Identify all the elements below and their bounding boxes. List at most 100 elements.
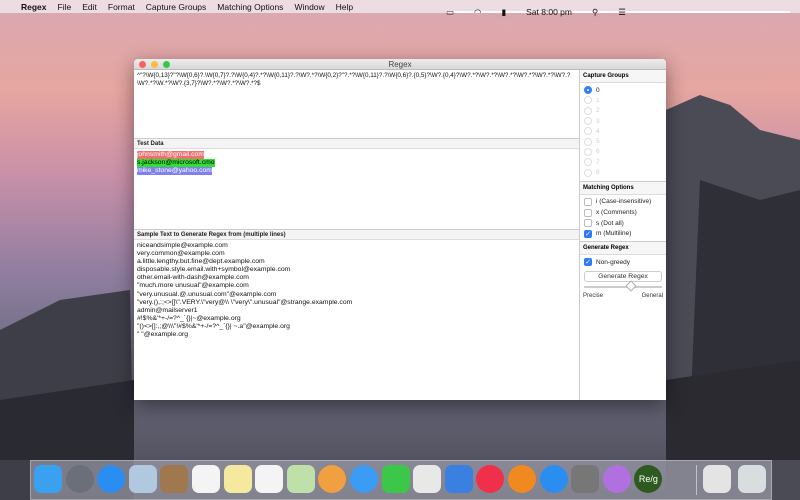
dock-regex-app-icon[interactable]: Re/g xyxy=(634,465,662,493)
menu-window[interactable]: Window xyxy=(294,2,324,12)
dock: Re/g xyxy=(30,460,772,500)
radio-icon xyxy=(584,107,592,115)
sample-text-input[interactable]: niceandsimple@example.comvery.common@exa… xyxy=(134,240,579,341)
matching-option-checkbox[interactable]: s (Dot all) xyxy=(580,218,666,229)
dock-mail-icon[interactable] xyxy=(129,465,157,493)
sample-line: a.little.lengthy.but.fine@dept.example.c… xyxy=(137,258,576,266)
sample-line: disposable.style.email.with+symbol@examp… xyxy=(137,266,576,274)
menu-edit[interactable]: Edit xyxy=(82,2,97,12)
dock-facetime-icon[interactable] xyxy=(382,465,410,493)
options-panel: Capture Groups 012345678 Matching Option… xyxy=(580,70,666,400)
dock-app-store-icon[interactable] xyxy=(540,465,568,493)
wifi-icon[interactable]: ◠ xyxy=(474,7,481,18)
dock-feedback-icon[interactable] xyxy=(603,465,631,493)
title-bar[interactable]: Regex xyxy=(134,59,666,70)
menu-bar: Regex File Edit Format Capture Groups Ma… xyxy=(0,0,800,13)
window-title: Regex xyxy=(388,60,411,69)
dock-ibooks-icon[interactable] xyxy=(508,465,536,493)
sample-line: niceandsimple@example.com xyxy=(137,242,576,250)
checkmark-icon: ✓ xyxy=(584,258,592,266)
dock-reminders-icon[interactable] xyxy=(255,465,283,493)
menu-format[interactable]: Format xyxy=(108,2,135,12)
regex-output[interactable]: ^"?\W{0,13}?"?\W{0,6}?.\W{0,7}?.?\W{0,4}… xyxy=(134,70,579,138)
sample-line: "much.more unusual"@example.com xyxy=(137,282,576,290)
generate-regex-header: Generate Regex xyxy=(580,241,666,255)
capture-group-radio-8[interactable]: 8 xyxy=(580,167,666,177)
sample-line: admin@mailserver1 xyxy=(137,307,576,315)
sample-line: "very.unusual.@.unusual.com"@example.com xyxy=(137,291,576,299)
sample-line: "very.(),:;<>[]\".VERY.\"very@\\ \"very\… xyxy=(137,299,576,307)
menu-help[interactable]: Help xyxy=(336,2,353,12)
search-icon[interactable]: ⚲ xyxy=(592,7,598,18)
capture-group-radio-5[interactable]: 5 xyxy=(580,136,666,146)
radio-icon xyxy=(584,127,592,135)
dock-notes-icon[interactable] xyxy=(224,465,252,493)
dock-photos-icon[interactable] xyxy=(318,465,346,493)
capture-groups-header: Capture Groups xyxy=(580,70,666,83)
capture-group-radio-7[interactable]: 7 xyxy=(580,157,666,167)
dock-pdf-document-icon[interactable] xyxy=(703,465,731,493)
radio-icon xyxy=(584,117,592,125)
radio-icon xyxy=(584,86,592,94)
close-button[interactable] xyxy=(139,61,146,68)
notification-center-icon[interactable]: ☰ xyxy=(618,7,626,18)
dock-numbers-icon[interactable] xyxy=(413,465,441,493)
capture-group-radio-0[interactable]: 0 xyxy=(580,85,666,95)
dock-itunes-icon[interactable] xyxy=(476,465,504,493)
capture-group-radio-6[interactable]: 6 xyxy=(580,147,666,157)
test-match: s.jackson@microsoft.cmo xyxy=(137,159,215,167)
dock-trash-icon[interactable] xyxy=(738,465,766,493)
checkbox-icon: ✓ xyxy=(584,230,592,238)
capture-group-radio-1[interactable]: 1 xyxy=(580,95,666,105)
precision-slider[interactable] xyxy=(584,286,662,288)
generate-regex-button[interactable]: Generate Regex xyxy=(584,271,662,282)
sample-line: "()<>[]:,;@\\\"!#$%&'*+-/=?^_`{}| ~.a"@e… xyxy=(137,323,576,331)
sample-line: " "@example.org xyxy=(137,331,576,339)
matching-option-checkbox[interactable]: x (Comments) xyxy=(580,207,666,218)
sample-line: very.common@example.com xyxy=(137,250,576,258)
clock[interactable]: Sat 8:00 pm xyxy=(526,7,572,17)
dock-maps-icon[interactable] xyxy=(287,465,315,493)
matching-option-checkbox[interactable]: ✓m (Multiline) xyxy=(580,228,666,239)
matching-options-header: Matching Options xyxy=(580,181,666,195)
menu-matching-options[interactable]: Matching Options xyxy=(217,2,283,12)
checkbox-icon xyxy=(584,209,592,217)
dock-keynote-icon[interactable] xyxy=(445,465,473,493)
checkbox-icon xyxy=(584,198,592,206)
dock-calendar-icon[interactable] xyxy=(192,465,220,493)
zoom-button[interactable] xyxy=(163,61,170,68)
slider-max-label: General xyxy=(642,293,663,299)
slider-min-label: Precise xyxy=(583,293,603,299)
minimize-button[interactable] xyxy=(151,61,158,68)
battery-icon[interactable]: ▮ xyxy=(501,7,506,18)
menu-file[interactable]: File xyxy=(58,2,72,12)
capture-group-radio-3[interactable]: 3 xyxy=(580,116,666,126)
non-greedy-checkbox[interactable]: ✓Non-greedy xyxy=(580,257,666,268)
dock-finder-icon[interactable] xyxy=(34,465,62,493)
regex-window: Regex ^"?\W{0,13}?"?\W{0,6}?.\W{0,7}?.?\… xyxy=(134,59,666,400)
dock-launchpad-icon[interactable] xyxy=(66,465,94,493)
radio-icon xyxy=(584,169,592,177)
checkbox-icon xyxy=(584,219,592,227)
sample-text-header: Sample Text to Generate Regex from (mult… xyxy=(134,229,579,240)
menu-app[interactable]: Regex xyxy=(21,2,47,12)
test-match: johnsmith@gmail.com xyxy=(137,151,204,159)
airplay-icon[interactable]: ▭ xyxy=(446,7,454,18)
matching-option-checkbox[interactable]: i (Case-insensitive) xyxy=(580,197,666,208)
capture-group-radio-2[interactable]: 2 xyxy=(580,106,666,116)
radio-icon xyxy=(584,148,592,156)
sample-line: #!$%&'*+-/=?^_`{}|~@example.org xyxy=(137,315,576,323)
dock-safari-icon[interactable] xyxy=(97,465,125,493)
radio-icon xyxy=(584,158,592,166)
test-match: mike_stone@yahoo.com xyxy=(137,167,212,175)
radio-icon xyxy=(584,96,592,104)
dock-system-preferences-icon[interactable] xyxy=(571,465,599,493)
capture-group-radio-4[interactable]: 4 xyxy=(580,126,666,136)
sample-line: other.email-with-dash@example.com xyxy=(137,274,576,282)
dock-messages-icon[interactable] xyxy=(350,465,378,493)
test-data-header: Test Data xyxy=(134,138,579,149)
dock-separator xyxy=(696,465,697,495)
test-data-input[interactable]: johnsmith@gmail.com s.jackson@microsoft.… xyxy=(134,149,579,229)
menu-capture-groups[interactable]: Capture Groups xyxy=(146,2,206,12)
dock-contacts-icon[interactable] xyxy=(160,465,188,493)
